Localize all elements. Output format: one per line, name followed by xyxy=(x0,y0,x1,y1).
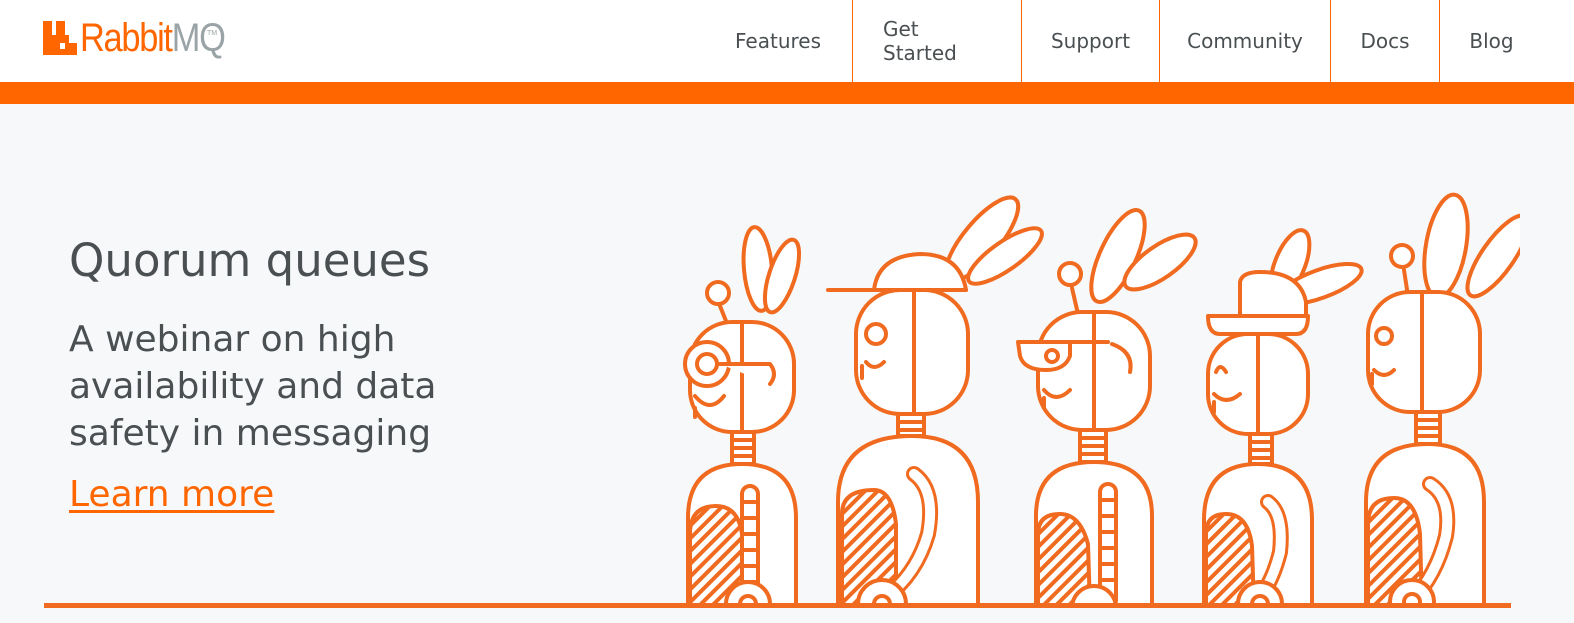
robot-rabbit-3 xyxy=(1016,208,1198,608)
logo-trademark: TM xyxy=(207,30,218,37)
logo-text-mq: MQ xyxy=(171,16,226,60)
nav-item-features[interactable]: Features xyxy=(704,0,852,82)
site-header: Rabbit MQ TM Features Get Started Support… xyxy=(0,0,1574,82)
robot-rabbits-illustration xyxy=(683,192,1520,608)
hero-banner: Quorum queues A webinar on high availabi… xyxy=(0,104,1574,623)
robot-rabbit-1 xyxy=(683,225,802,608)
robot-rabbit-5 xyxy=(1364,192,1520,608)
nav-item-blog[interactable]: Blog xyxy=(1439,0,1543,82)
nav-item-get-started[interactable]: Get Started xyxy=(852,0,1021,82)
hero-bottom-divider xyxy=(44,603,1511,608)
rabbitmq-logo[interactable]: Rabbit MQ xyxy=(43,14,248,58)
main-nav: Features Get Started Support Community D… xyxy=(704,0,1543,82)
nav-item-docs[interactable]: Docs xyxy=(1330,0,1439,82)
rabbitmq-logo-icon xyxy=(43,21,77,55)
hero-title: Quorum queues xyxy=(69,234,431,287)
robot-rabbit-4 xyxy=(1202,228,1364,608)
nav-item-community[interactable]: Community xyxy=(1159,0,1330,82)
logo-wordmark: Rabbit MQ xyxy=(80,16,226,60)
robot-rabbit-2 xyxy=(826,195,1044,608)
logo-text-rabbit: Rabbit xyxy=(80,16,173,60)
header-accent-bar xyxy=(0,82,1574,104)
hero-subtitle: A webinar on high availability and data … xyxy=(69,319,437,454)
learn-more-link[interactable]: Learn more xyxy=(69,474,274,515)
nav-item-support[interactable]: Support xyxy=(1021,0,1159,82)
